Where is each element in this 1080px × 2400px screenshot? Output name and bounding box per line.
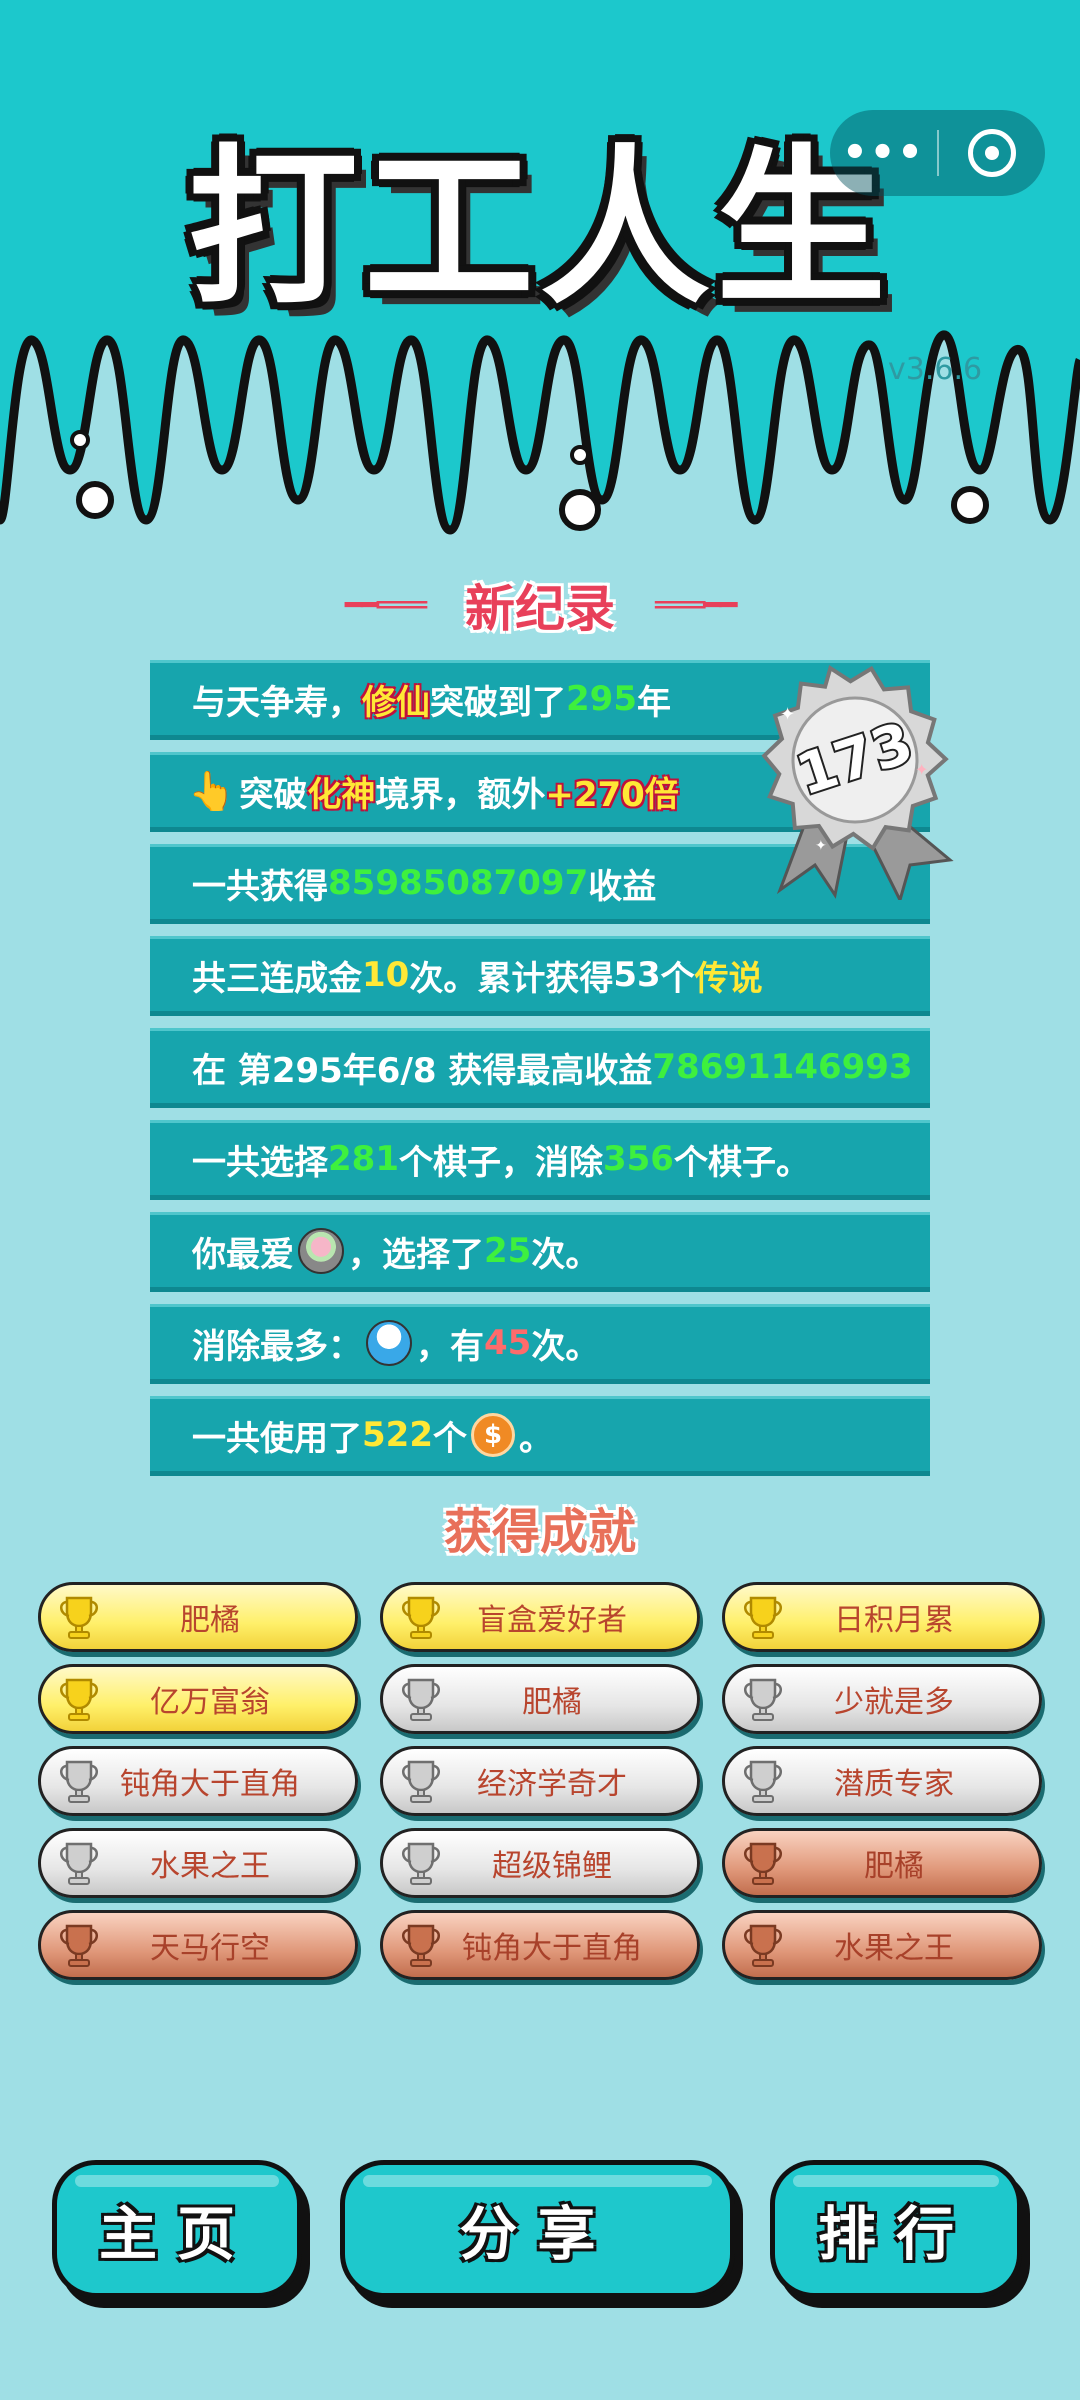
trophy-icon — [53, 1837, 105, 1889]
achievement-badge[interactable]: 盲盒爱好者 — [380, 1582, 700, 1652]
achievement-label: 少就是多 — [834, 1685, 954, 1720]
trophy-icon — [737, 1673, 789, 1725]
header: 打工人生 v3.6.6 — [0, 0, 1080, 560]
achievement-badge[interactable]: 潜质专家 — [722, 1746, 1042, 1816]
achievement-badge[interactable]: 肥橘 — [380, 1664, 700, 1734]
candy-bowl-icon — [298, 1228, 344, 1274]
stat-row-pieces: 一共选择 281 个棋子，消除 356 个棋子。 — [150, 1120, 930, 1200]
trophy-icon — [53, 1755, 105, 1807]
achievement-badge[interactable]: 肥橘 — [38, 1582, 358, 1652]
achievements-grid: 肥橘 盲盒爱好者 日积月累 亿万富翁 肥橘 少就是多 钝角大于直角 经济学奇才 潜质专家 水果之王… — [38, 1582, 1042, 1980]
rosette-icon: 173 ✦ ✦ ✦ — [761, 664, 954, 905]
achievements-title: 获得成就 — [443, 1504, 636, 1560]
achievement-label: 水果之王 — [834, 1931, 954, 1966]
achievement-badge[interactable]: 经济学奇才 — [380, 1746, 700, 1816]
trophy-icon — [395, 1673, 447, 1725]
achievement-label: 超级锦鲤 — [492, 1849, 612, 1884]
share-button[interactable]: 分享 — [340, 2160, 735, 2298]
achievement-badge[interactable]: 钝角大于直角 — [380, 1910, 700, 1980]
svg-text:✦: ✦ — [780, 704, 795, 725]
achievement-badge[interactable]: 超级锦鲤 — [380, 1828, 700, 1898]
rank-badge: 173 ✦ ✦ ✦ — [740, 660, 970, 905]
divider-right: ═══━━ — [655, 587, 737, 623]
achievement-label: 天马行空 — [150, 1931, 270, 1966]
stat-row-coins: 一共使用了 522 个 $ 。 — [150, 1396, 930, 1476]
mini-program-capsule: ••• — [830, 110, 1045, 196]
svg-text:✦: ✦ — [815, 838, 827, 854]
achievement-label: 肥橘 — [180, 1603, 240, 1638]
new-record-header: ━━═══ 新纪录 ═══━━ — [0, 570, 1080, 640]
achievement-badge[interactable]: 肥橘 — [722, 1828, 1042, 1898]
close-button[interactable] — [939, 129, 1045, 177]
coin-icon: $ — [470, 1413, 515, 1457]
achievement-badge[interactable]: 钝角大于直角 — [38, 1746, 358, 1816]
achievement-badge[interactable]: 少就是多 — [722, 1664, 1042, 1734]
achievement-label: 潜质专家 — [834, 1767, 954, 1802]
trophy-icon — [395, 1591, 447, 1643]
achievement-label: 肥橘 — [522, 1685, 582, 1720]
section-title: 新纪录 — [465, 580, 615, 638]
rank-button[interactable]: 排行 — [770, 2160, 1022, 2298]
rice-bowl-icon — [366, 1320, 412, 1366]
pointing-hand-icon: 👆 — [188, 768, 236, 813]
divider-left: ━━═══ — [344, 587, 427, 623]
trophy-icon — [395, 1919, 447, 1971]
version-label: v3.6.6 — [888, 352, 983, 387]
trophy-icon — [737, 1919, 789, 1971]
achievement-label: 钝角大于直角 — [462, 1931, 642, 1966]
home-button[interactable]: 主页 — [52, 2160, 302, 2298]
trophy-icon — [395, 1837, 447, 1889]
achievement-badge[interactable]: 亿万富翁 — [38, 1664, 358, 1734]
achievement-label: 日积月累 — [834, 1603, 954, 1638]
achievement-badge[interactable]: 水果之王 — [722, 1910, 1042, 1980]
stat-row-eliminated: 消除最多： ，有 45 次。 — [150, 1304, 930, 1384]
trophy-icon — [53, 1673, 105, 1725]
trophy-icon — [395, 1755, 447, 1807]
achievement-badge[interactable]: 水果之王 — [38, 1828, 358, 1898]
achievement-label: 经济学奇才 — [477, 1767, 627, 1802]
trophy-icon — [53, 1919, 105, 1971]
achievement-label: 钝角大于直角 — [120, 1767, 300, 1802]
achievement-label: 水果之王 — [150, 1849, 270, 1884]
close-icon — [968, 129, 1016, 177]
svg-text:✦: ✦ — [915, 760, 928, 779]
trophy-icon — [53, 1591, 105, 1643]
trophy-icon — [737, 1837, 789, 1889]
more-menu-button[interactable]: ••• — [830, 130, 937, 176]
achievement-label: 亿万富翁 — [150, 1685, 270, 1720]
stat-row-highest: 在 第295年6/8 获得最高收益 78691146993 — [150, 1028, 930, 1108]
achievement-label: 盲盒爱好者 — [477, 1603, 627, 1638]
trophy-icon — [737, 1755, 789, 1807]
trophy-icon — [737, 1591, 789, 1643]
achievement-badge[interactable]: 日积月累 — [722, 1582, 1042, 1652]
achievement-badge[interactable]: 天马行空 — [38, 1910, 358, 1980]
achievement-label: 肥橘 — [864, 1849, 924, 1884]
stat-row-favorite: 你最爱 ，选择了 25 次。 — [150, 1212, 930, 1292]
stat-row-triple: 共三连成金 10 次。累计获得 53 个 传说 — [150, 936, 930, 1016]
